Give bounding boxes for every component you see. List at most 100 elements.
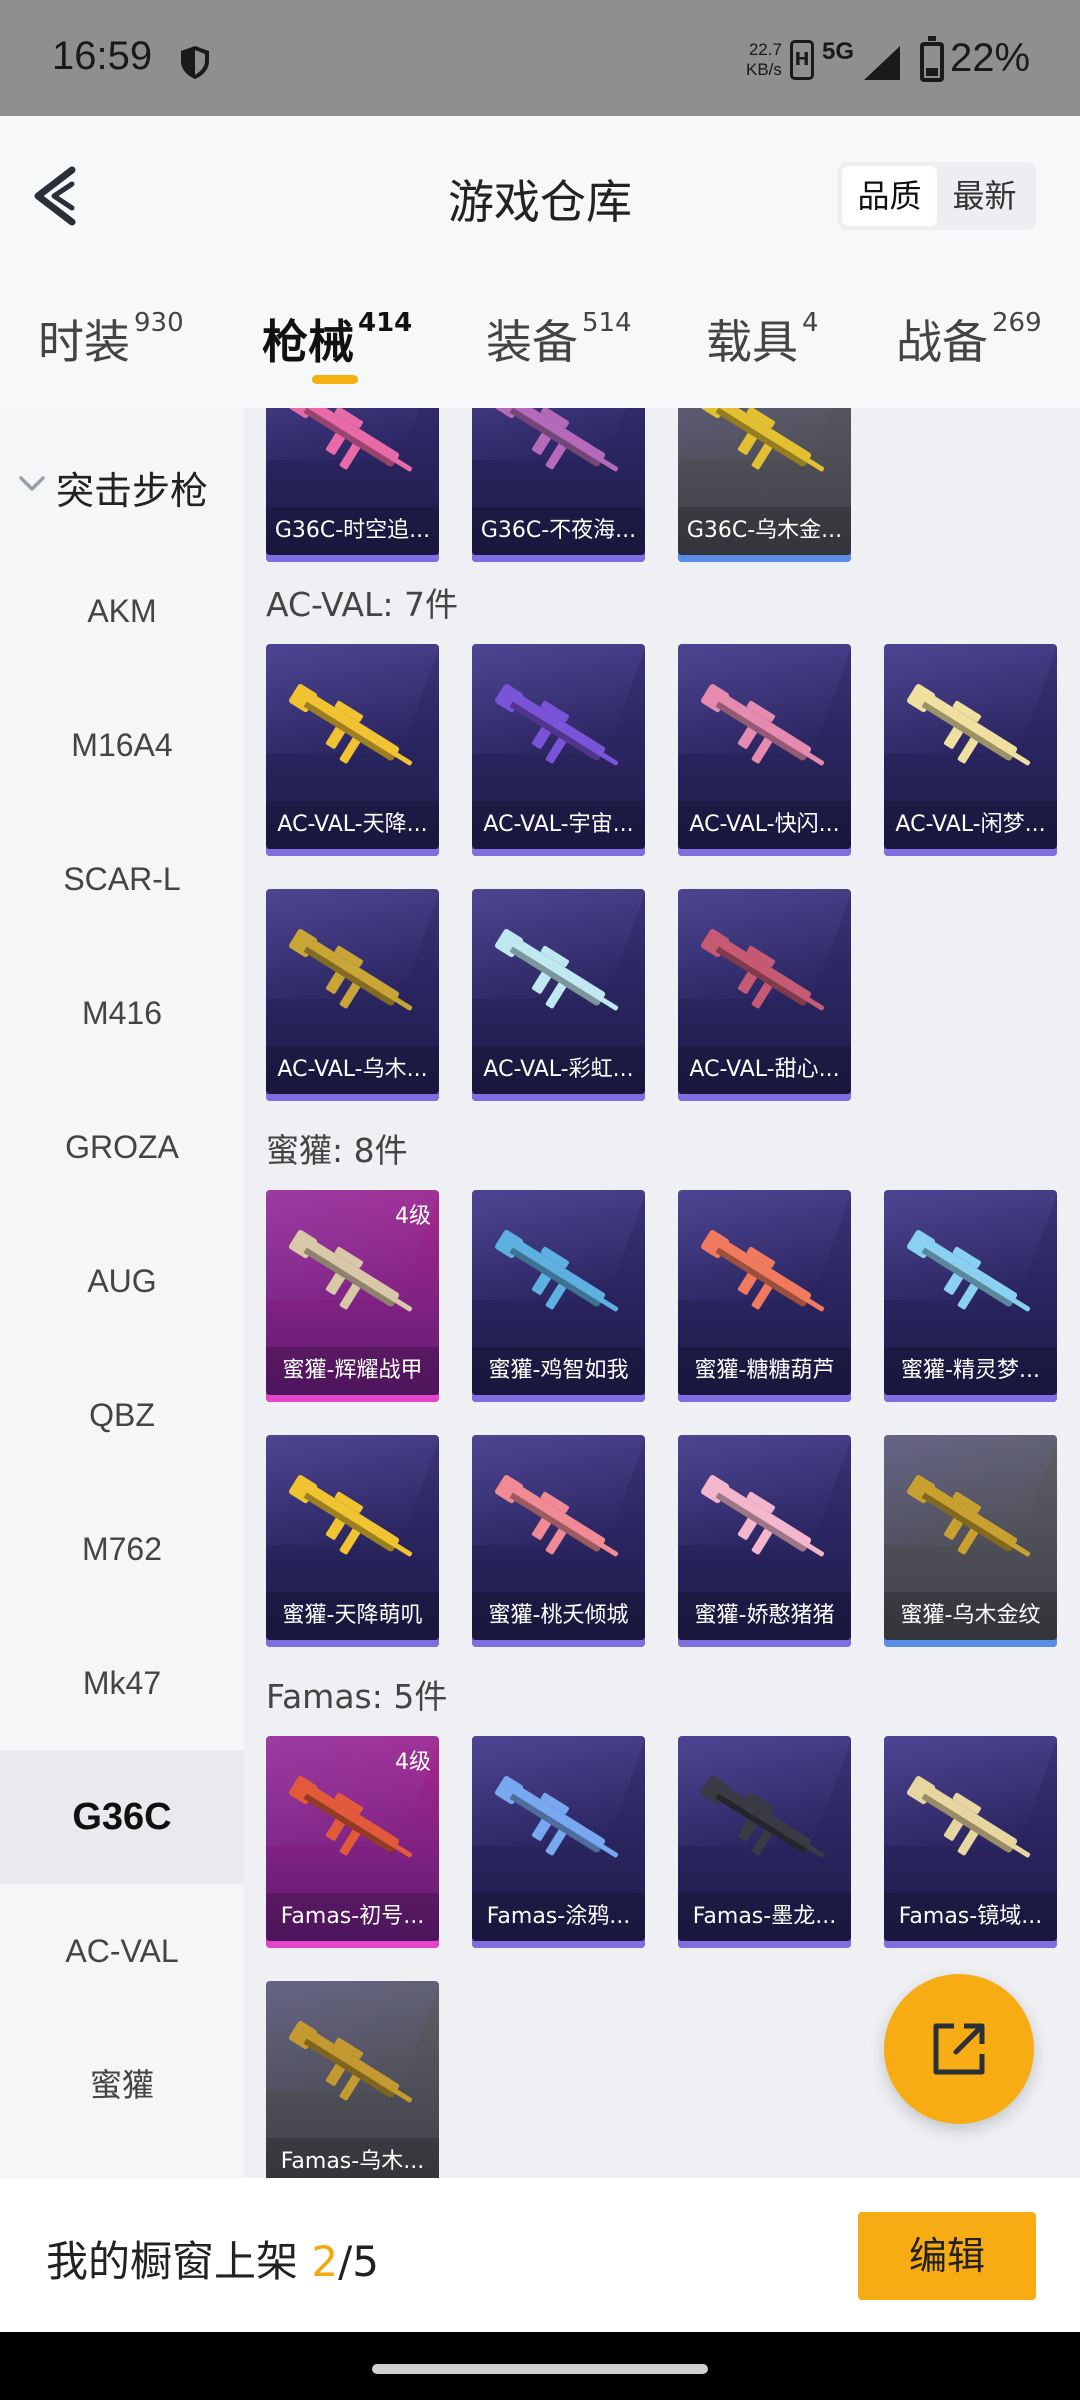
tab-label: 枪械: [262, 315, 354, 369]
rifle-icon: [495, 1230, 619, 1312]
skin-name: Famas-乌木...: [266, 2138, 439, 2178]
sidebar-item-aug[interactable]: AUG: [0, 1214, 244, 1348]
skin-card[interactable]: 4级 Famas-初号...: [266, 1736, 439, 1948]
sidebar-item-groza[interactable]: GROZA: [0, 1080, 244, 1214]
rifle-icon: [701, 1776, 825, 1858]
skin-card[interactable]: 4级 蜜獾-辉耀战甲: [266, 1190, 439, 1402]
tab-label: 装备: [486, 315, 578, 369]
skin-card[interactable]: AC-VAL-闲梦...: [884, 644, 1057, 856]
rifle-icon: [495, 929, 619, 1011]
category-tabs: 时装 930 枪械 414 装备 514 载具 4 战备 269: [0, 276, 1080, 408]
skin-card[interactable]: Famas-镜域...: [884, 1736, 1057, 1948]
sidebar-item-g36c[interactable]: G36C: [0, 1750, 244, 1884]
rifle-icon: [907, 1776, 1031, 1858]
skin-card[interactable]: Famas-墨龙...: [678, 1736, 851, 1948]
skin-grid: AC-VAL: 7件 蜜獾: 8件 Famas: 5件 G36C-时空追... G…: [244, 408, 1080, 2178]
sidebar-item-m416[interactable]: M416: [0, 946, 244, 1080]
network-speed-unit: KB/s: [746, 60, 782, 79]
skin-name: AC-VAL-彩虹...: [472, 1046, 645, 1094]
skin-name: 蜜獾-糖糖葫芦: [678, 1347, 851, 1395]
rifle-icon: [495, 684, 619, 766]
rifle-icon: [289, 929, 413, 1011]
status-bar: 16:59 22.7 KB/s H 5G 22%: [0, 0, 1080, 116]
sidebar-item-ac-val[interactable]: AC-VAL: [0, 1884, 244, 2018]
skin-card[interactable]: AC-VAL-快闪...: [678, 644, 851, 856]
rifle-icon: [289, 1475, 413, 1557]
sort-option-newest[interactable]: 最新: [937, 166, 1032, 226]
skin-level-badge: 4级: [395, 1750, 431, 1775]
sidebar-group-label: 突击步枪: [56, 469, 209, 513]
skin-name: G36C-时空追...: [266, 507, 439, 555]
skin-card[interactable]: 蜜獾-鸡智如我: [472, 1190, 645, 1402]
battery-icon: [920, 36, 944, 82]
tab-fashion[interactable]: 时装 930: [38, 306, 184, 372]
sidebar-item-m762[interactable]: M762: [0, 1482, 244, 1616]
skin-card[interactable]: AC-VAL-彩虹...: [472, 889, 645, 1101]
showcase-bar: 我的橱窗上架 2/5 编辑: [0, 2178, 1080, 2332]
share-button[interactable]: [884, 1974, 1034, 2124]
skin-level-badge: 4级: [395, 1204, 431, 1229]
tab-equipment[interactable]: 装备 514: [486, 306, 632, 372]
skin-card[interactable]: 蜜獾-天降萌叽: [266, 1435, 439, 1647]
sidebar-item-m16a4[interactable]: M16A4: [0, 678, 244, 812]
system-nav-bar: [0, 2332, 1080, 2400]
skin-name: 蜜獾-精灵梦...: [884, 1347, 1057, 1395]
skin-name: 蜜獾-娇憨猪猪: [678, 1592, 851, 1640]
skin-card[interactable]: AC-VAL-甜心...: [678, 889, 851, 1101]
skin-card[interactable]: 蜜獾-桃夭倾城: [472, 1435, 645, 1647]
rifle-icon: [289, 684, 413, 766]
rifle-icon: [289, 408, 413, 472]
tab-count: 514: [582, 308, 632, 338]
skin-card[interactable]: AC-VAL-宇宙...: [472, 644, 645, 856]
chevron-down-icon: [19, 476, 45, 491]
rifle-icon: [701, 1475, 825, 1557]
signal-icon: [864, 46, 900, 80]
rifle-icon: [289, 1776, 413, 1858]
sidebar-item-qbz[interactable]: QBZ: [0, 1348, 244, 1482]
skin-name: AC-VAL-宇宙...: [472, 801, 645, 849]
home-gesture-handle[interactable]: [372, 2364, 708, 2374]
skin-card[interactable]: Famas-乌木...: [266, 1981, 439, 2178]
tab-label: 战备: [896, 315, 988, 369]
shield-icon: [181, 46, 209, 79]
skin-name: G36C-不夜海...: [472, 507, 645, 555]
edit-button[interactable]: 编辑: [858, 2212, 1036, 2300]
skin-card[interactable]: AC-VAL-天降...: [266, 644, 439, 856]
rifle-icon: [907, 684, 1031, 766]
skin-card[interactable]: Famas-涂鸦...: [472, 1736, 645, 1948]
skin-card[interactable]: G36C-时空追...: [266, 408, 439, 562]
sidebar-group-assault-rifle[interactable]: 突击步枪: [0, 452, 244, 522]
sort-toggle: 品质 最新: [838, 162, 1036, 230]
tab-label: 时装: [38, 315, 130, 369]
tab-count: 930: [134, 308, 184, 338]
sidebar-item-mk47[interactable]: Mk47: [0, 1616, 244, 1750]
share-icon: [933, 2023, 985, 2075]
skin-card[interactable]: G36C-乌木金...: [678, 408, 851, 562]
tab-supplies[interactable]: 战备 269: [896, 306, 1042, 372]
skin-card[interactable]: AC-VAL-乌木...: [266, 889, 439, 1101]
tab-vehicles[interactable]: 载具 4: [706, 306, 819, 372]
sidebar-item-scar-l[interactable]: SCAR-L: [0, 812, 244, 946]
rifle-icon: [495, 1776, 619, 1858]
skin-card[interactable]: 蜜獾-娇憨猪猪: [678, 1435, 851, 1647]
skin-card[interactable]: 蜜獾-糖糖葫芦: [678, 1190, 851, 1402]
sidebar-item-honey-badger[interactable]: 蜜獾: [0, 2018, 244, 2152]
tab-count: 269: [992, 308, 1042, 338]
tab-count: 414: [358, 308, 413, 338]
skin-name: 蜜獾-桃夭倾城: [472, 1592, 645, 1640]
skin-name: 蜜獾-乌木金纹: [884, 1592, 1057, 1640]
tab-firearms[interactable]: 枪械 414: [262, 306, 412, 372]
rifle-icon: [701, 929, 825, 1011]
skin-card[interactable]: 蜜獾-精灵梦...: [884, 1190, 1057, 1402]
sidebar-item-akm[interactable]: AKM: [0, 544, 244, 678]
rifle-icon: [701, 408, 825, 472]
status-time: 16:59: [52, 34, 153, 78]
hd-icon: H: [790, 40, 814, 80]
rifle-icon: [907, 1475, 1031, 1557]
rifle-icon: [701, 684, 825, 766]
skin-card[interactable]: 蜜獾-乌木金纹: [884, 1435, 1057, 1647]
sort-option-quality[interactable]: 品质: [842, 166, 937, 226]
tab-label: 载具: [706, 315, 798, 369]
skin-card[interactable]: G36C-不夜海...: [472, 408, 645, 562]
showcase-label: 我的橱窗上架: [46, 2237, 312, 2286]
